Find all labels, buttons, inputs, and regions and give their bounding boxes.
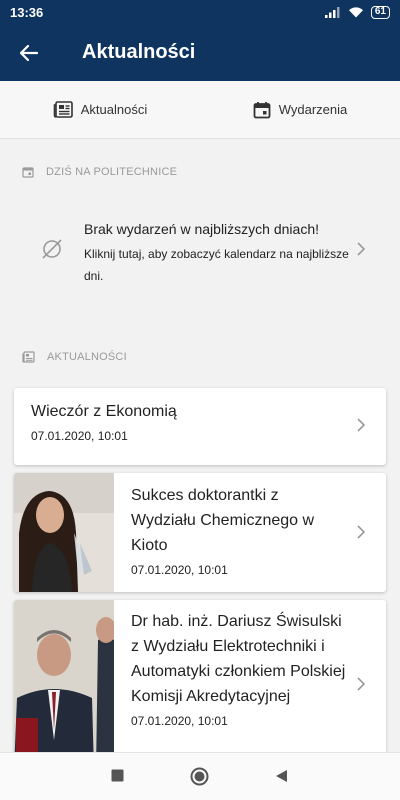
triangle-back-icon xyxy=(276,770,287,782)
status-time: 13:36 xyxy=(10,4,44,20)
chevron-right-icon xyxy=(357,418,366,432)
square-icon xyxy=(111,769,124,782)
recent-apps-button[interactable] xyxy=(111,769,124,787)
chevron-right-icon xyxy=(357,677,366,691)
calendar-icon xyxy=(253,101,271,118)
system-navigation-bar xyxy=(0,752,400,800)
calendar-icon xyxy=(22,167,34,178)
news-thumbnail xyxy=(14,600,114,770)
news-title: Wieczór z Ekonomią xyxy=(31,403,177,420)
back-button[interactable] xyxy=(0,24,58,81)
page-title: Aktualności xyxy=(82,41,196,63)
app-bar: Aktualności xyxy=(0,24,400,81)
news-card-text: Wieczór z Ekonomią 07.01.2020, 10:01 xyxy=(31,399,331,443)
news-title: Dr hab. inż. Dariusz Świsulski z Wydział… xyxy=(131,613,346,705)
news-card[interactable]: Dr hab. inż. Dariusz Świsulski z Wydział… xyxy=(14,600,386,770)
today-section-title: DZIŚ NA POLITECHNICE xyxy=(46,166,178,178)
circle-icon xyxy=(190,767,209,786)
news-section-header: AKTUALNOŚCI xyxy=(22,351,127,363)
wifi-icon xyxy=(348,7,363,18)
news-thumbnail xyxy=(14,473,114,592)
battery-indicator: 61 xyxy=(370,5,390,19)
no-events-subtitle: Kliknij tutaj, aby zobaczyć kalendarz na… xyxy=(84,247,349,283)
status-icons: 61 xyxy=(324,5,390,19)
tab-aktualnosci[interactable]: Aktualności xyxy=(0,81,200,138)
tab-wydarzenia[interactable]: Wydarzenia xyxy=(200,81,400,138)
empty-set-icon xyxy=(42,239,62,259)
tab-bar: Aktualności Wydarzenia xyxy=(0,81,400,139)
news-title: Sukces doktorantki z Wydziału Chemiczneg… xyxy=(131,487,315,554)
news-date: 07.01.2020, 10:01 xyxy=(31,429,128,443)
news-card-text: Dr hab. inż. Dariusz Świsulski z Wydział… xyxy=(131,609,351,728)
home-button[interactable] xyxy=(190,767,209,791)
chevron-right-icon xyxy=(357,242,366,256)
no-events-notice[interactable]: Brak wydarzeń w najbliższych dniach! Kli… xyxy=(0,215,400,305)
news-date: 07.01.2020, 10:01 xyxy=(131,714,228,728)
signal-icon xyxy=(324,7,340,18)
news-date: 07.01.2020, 10:01 xyxy=(131,563,228,577)
chevron-right-icon xyxy=(357,525,366,539)
news-card-text: Sukces doktorantki z Wydziału Chemiczneg… xyxy=(131,483,331,577)
newspaper-icon xyxy=(53,101,73,118)
status-bar: 13:36 61 xyxy=(0,0,400,24)
arrow-left-icon xyxy=(19,44,39,61)
back-nav-button[interactable] xyxy=(275,769,288,788)
no-events-title: Brak wydarzeń w najbliższych dniach! xyxy=(84,221,319,237)
news-card[interactable]: Sukces doktorantki z Wydziału Chemiczneg… xyxy=(14,473,386,592)
news-card[interactable]: Wieczór z Ekonomią 07.01.2020, 10:01 xyxy=(14,388,386,465)
today-section-header: DZIŚ NA POLITECHNICE xyxy=(22,166,177,178)
tab-aktualnosci-label: Aktualności xyxy=(80,102,148,117)
newspaper-icon xyxy=(22,351,35,363)
news-section-title: AKTUALNOŚCI xyxy=(47,351,127,363)
tab-wydarzenia-label: Wydarzenia xyxy=(278,102,348,117)
